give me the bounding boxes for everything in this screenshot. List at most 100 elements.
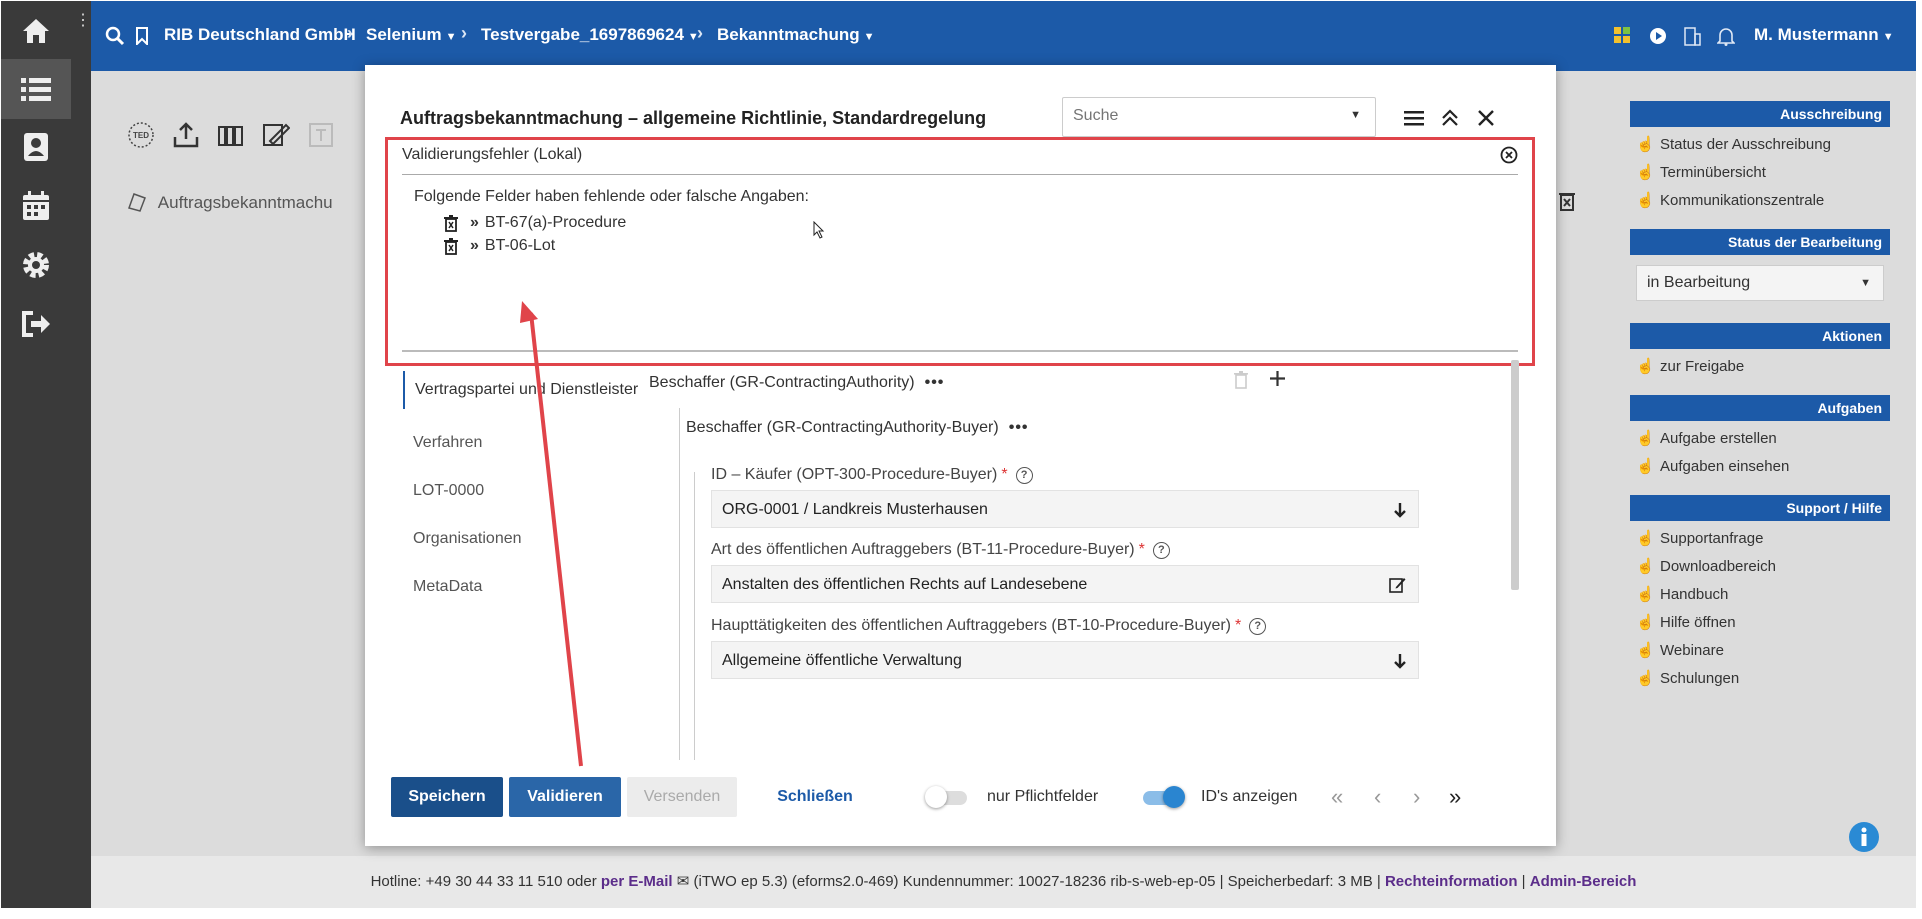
buyer-activity-select[interactable]: Allgemeine öffentliche Verwaltung — [711, 641, 1419, 679]
signature-icon[interactable] — [262, 121, 291, 154]
play-icon[interactable] — [1649, 27, 1667, 45]
breadcrumb-org[interactable]: RIB Deutschland GmbH — [164, 25, 356, 45]
menu-button[interactable] — [1399, 103, 1429, 133]
validation-error-item[interactable]: » BT-67(a)-Procedure — [444, 214, 626, 232]
logout-nav[interactable] — [1, 294, 71, 354]
more-options-icon[interactable]: ••• — [1009, 419, 1029, 436]
user-menu[interactable]: M. Mustermann ▼ — [1754, 25, 1894, 45]
trash-icon[interactable] — [444, 237, 458, 255]
building-icon[interactable] — [1683, 26, 1701, 46]
rp-item-freigabe[interactable]: ☝ zur Freigabe — [1630, 353, 1890, 381]
validation-close-button[interactable] — [1500, 146, 1518, 169]
rp-item-downloadbereich[interactable]: ☝ Downloadbereich — [1630, 553, 1890, 581]
buyer-id-select[interactable]: ORG-0001 / Landkreis Musterhausen — [711, 490, 1419, 528]
text-icon[interactable] — [307, 121, 335, 154]
rp-item-webinare[interactable]: ☝ Webinare — [1630, 637, 1890, 665]
previous-page-button[interactable]: ‹ — [1374, 784, 1381, 810]
background-file-name: Auftragsbekanntmachu — [157, 193, 333, 212]
rp-item-termine[interactable]: ☝ Terminübersicht — [1630, 159, 1890, 187]
arrow-down-icon — [1394, 654, 1406, 669]
contacts-nav[interactable] — [1, 117, 71, 177]
rp-item-aufgaben-einsehen[interactable]: ☝ Aufgaben einsehen — [1630, 453, 1890, 481]
delete-icon[interactable] — [1558, 190, 1576, 212]
scrollbar[interactable] — [1511, 360, 1519, 590]
trash-icon[interactable] — [1233, 370, 1249, 389]
search-field[interactable]: ▼ — [1062, 97, 1376, 137]
upload-icon[interactable] — [172, 121, 200, 154]
tab-metadata[interactable]: MetaData — [403, 563, 643, 611]
bell-icon[interactable] — [1717, 26, 1735, 46]
more-options-icon[interactable]: ••• — [925, 374, 945, 391]
search-input[interactable] — [1071, 106, 1325, 126]
help-icon[interactable]: ? — [1015, 467, 1033, 484]
validation-error-link[interactable]: BT-67(a)-Procedure — [485, 214, 626, 232]
only-required-toggle[interactable] — [925, 786, 971, 808]
validation-intro: Folgende Felder haben fehlende oder fals… — [414, 188, 809, 205]
rp-item-status-ausschreibung[interactable]: ☝ Status der Ausschreibung — [1630, 131, 1890, 159]
rp-item-hilfe[interactable]: ☝ Hilfe öffnen — [1630, 609, 1890, 637]
tab-lot[interactable]: LOT-0000 — [403, 467, 643, 515]
background-file-row[interactable]: Auftragsbekanntmachu — [128, 190, 333, 213]
close-button[interactable]: Schließen — [765, 777, 865, 817]
breadcrumb-tender[interactable]: Testvergabe_1697869624 ▼ — [481, 25, 699, 45]
list-nav[interactable] — [1, 59, 71, 119]
rp-item-aufgabe-erstellen[interactable]: ☝ Aufgabe erstellen — [1630, 425, 1890, 453]
last-page-button[interactable]: » — [1449, 784, 1461, 810]
tab-vertragspartei[interactable]: Vertragspartei und Dienstleister — [403, 371, 643, 409]
info-icon[interactable] — [1848, 821, 1880, 853]
buyer-type-field[interactable]: Anstalten des öffentlichen Rechts auf La… — [711, 565, 1419, 603]
breadcrumb-section-label: Bekanntmachung — [717, 25, 860, 44]
trash-icon[interactable] — [444, 214, 458, 232]
show-ids-toggle[interactable] — [1139, 786, 1185, 808]
rp-item-kommunikation[interactable]: ☝ Kommunikationszentrale — [1630, 187, 1890, 215]
help-icon[interactable]: ? — [1249, 618, 1267, 635]
rp-item-label: Webinare — [1660, 642, 1724, 659]
tab-verfahren[interactable]: Verfahren — [403, 419, 643, 467]
rp-item-handbuch[interactable]: ☝ Handbuch — [1630, 581, 1890, 609]
breadcrumb-separator: › — [347, 23, 353, 43]
rp-item-schulungen[interactable]: ☝ Schulungen — [1630, 665, 1890, 693]
validate-button[interactable]: Validieren — [509, 777, 621, 817]
rp-aktionen-header: Aktionen — [1630, 323, 1890, 349]
first-page-button[interactable]: « — [1331, 784, 1343, 810]
status-select[interactable]: in Bearbeitung ▼ — [1636, 265, 1884, 301]
collapse-button[interactable] — [1435, 103, 1465, 133]
status-select-value: in Bearbeitung — [1647, 274, 1751, 291]
validation-error-link[interactable]: BT-06-Lot — [485, 237, 555, 255]
calendar-nav[interactable] — [1, 176, 71, 236]
bookmark-icon[interactable] — [135, 27, 149, 45]
validation-error-item[interactable]: » BT-06-Lot — [444, 237, 555, 255]
rp-item-supportanfrage[interactable]: ☝ Supportanfrage — [1630, 525, 1890, 553]
ted-icon[interactable]: TED — [127, 121, 155, 154]
tab-organisationen[interactable]: Organisationen — [403, 515, 643, 563]
group-title: Beschaffer (GR-ContractingAuthority) — [649, 374, 915, 391]
home-nav[interactable] — [1, 1, 71, 61]
hamburger-icon — [1404, 111, 1424, 126]
breadcrumb-project[interactable]: Selenium ▼ — [366, 25, 456, 45]
pointer-icon: ☝ — [1636, 430, 1655, 447]
footer-email-link[interactable]: per E-Mail — [601, 873, 673, 890]
group-contracting-authority: Beschaffer (GR-ContractingAuthority) ••• — [649, 374, 944, 392]
send-button[interactable]: Versenden — [627, 777, 737, 817]
close-dialog-button[interactable] — [1471, 103, 1501, 133]
settings-nav[interactable] — [1, 235, 71, 295]
help-icon[interactable]: ? — [1152, 542, 1170, 559]
footer-admin-link[interactable]: Admin-Bereich — [1530, 873, 1637, 890]
nav-collapse-dots[interactable]: ⋮ — [75, 13, 91, 29]
plus-icon[interactable] — [1269, 370, 1286, 387]
archive-icon[interactable] — [217, 121, 245, 154]
section-tabs: Vertragspartei und Dienstleister Verfahr… — [403, 371, 643, 611]
rp-support-header: Support / Hilfe — [1630, 495, 1890, 521]
footer-legal-link[interactable]: Rechteinformation — [1385, 873, 1518, 890]
next-page-button[interactable]: › — [1413, 784, 1420, 810]
save-button[interactable]: Speichern — [391, 777, 503, 817]
edit-icon[interactable] — [1389, 576, 1406, 593]
rp-item-label: zur Freigabe — [1660, 358, 1745, 375]
double-chevron-right-icon: » — [470, 214, 479, 231]
footer-version: (iTWO ep 5.3) (eforms2.0-469) — [693, 873, 899, 890]
search-icon[interactable] — [105, 26, 125, 46]
rp-status-header: Status der Bearbeitung — [1630, 229, 1890, 255]
apps-icon[interactable] — [1614, 27, 1630, 43]
breadcrumb-section[interactable]: Bekanntmachung ▼ — [717, 25, 875, 45]
top-bar: RIB Deutschland GmbH › Selenium ▼ › Testv… — [91, 1, 1916, 71]
